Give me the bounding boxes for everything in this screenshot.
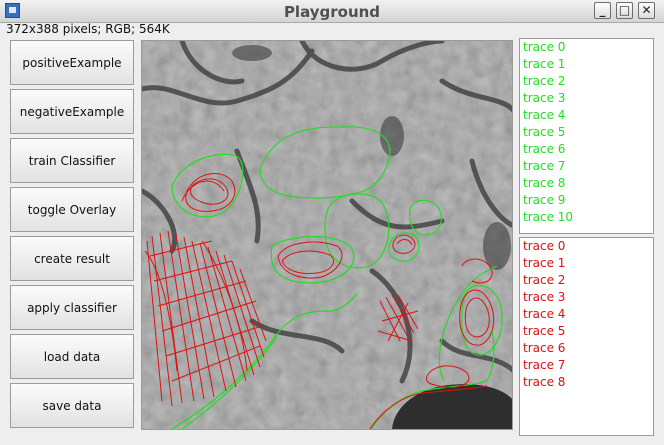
negative-trace-item[interactable]: trace 6 — [520, 340, 653, 357]
negative-example-button[interactable]: negativeExample — [10, 89, 134, 134]
positive-trace-list[interactable]: trace 0 trace 1 trace 2 trace 3 trace 4 trace… — [519, 38, 654, 234]
positive-trace-item[interactable]: trace 8 — [520, 175, 653, 192]
positive-trace-item[interactable]: trace 10 — [520, 209, 653, 226]
positive-trace-item[interactable]: trace 5 — [520, 124, 653, 141]
negative-trace-item[interactable]: trace 2 — [520, 272, 653, 289]
positive-trace-item[interactable]: trace 1 — [520, 56, 653, 73]
load-data-button[interactable]: load data — [10, 334, 134, 379]
maximize-button[interactable]: □ — [616, 2, 633, 19]
image-info-label: 372x388 pixels; RGB; 564K — [6, 22, 170, 36]
window-title: Playground — [283, 3, 381, 21]
apply-classifier-button[interactable]: apply classifier — [10, 285, 134, 330]
negative-trace-item[interactable]: trace 4 — [520, 306, 653, 323]
create-result-button[interactable]: create result — [10, 236, 134, 281]
negative-trace-item[interactable]: trace 0 — [520, 238, 653, 255]
image-canvas[interactable] — [141, 40, 513, 430]
negative-trace-item[interactable]: trace 5 — [520, 323, 653, 340]
toggle-overlay-button[interactable]: toggle Overlay — [10, 187, 134, 232]
negative-trace-item[interactable]: trace 3 — [520, 289, 653, 306]
positive-trace-item[interactable]: trace 6 — [520, 141, 653, 158]
positive-example-button[interactable]: positiveExample — [10, 40, 134, 85]
save-data-button[interactable]: save data — [10, 383, 134, 428]
close-button[interactable]: ✕ — [638, 2, 655, 19]
positive-trace-item[interactable]: trace 3 — [520, 90, 653, 107]
negative-trace-item[interactable]: trace 7 — [520, 357, 653, 374]
negative-trace-item[interactable]: trace 1 — [520, 255, 653, 272]
positive-trace-item[interactable]: trace 7 — [520, 158, 653, 175]
micrograph-image[interactable] — [142, 41, 513, 430]
positive-trace-item[interactable]: trace 0 — [520, 39, 653, 56]
negative-trace-item[interactable]: trace 8 — [520, 374, 653, 391]
train-classifier-button[interactable]: train Classifier — [10, 138, 134, 183]
positive-trace-item[interactable]: trace 4 — [520, 107, 653, 124]
positive-trace-item[interactable]: trace 9 — [520, 192, 653, 209]
title-bar: Playground _ □ ✕ — [0, 0, 664, 23]
positive-trace-item[interactable]: trace 2 — [520, 73, 653, 90]
minimize-button[interactable]: _ — [594, 2, 611, 19]
negative-trace-list[interactable]: trace 0 trace 1 trace 2 trace 3 trace 4 trace… — [519, 237, 654, 436]
